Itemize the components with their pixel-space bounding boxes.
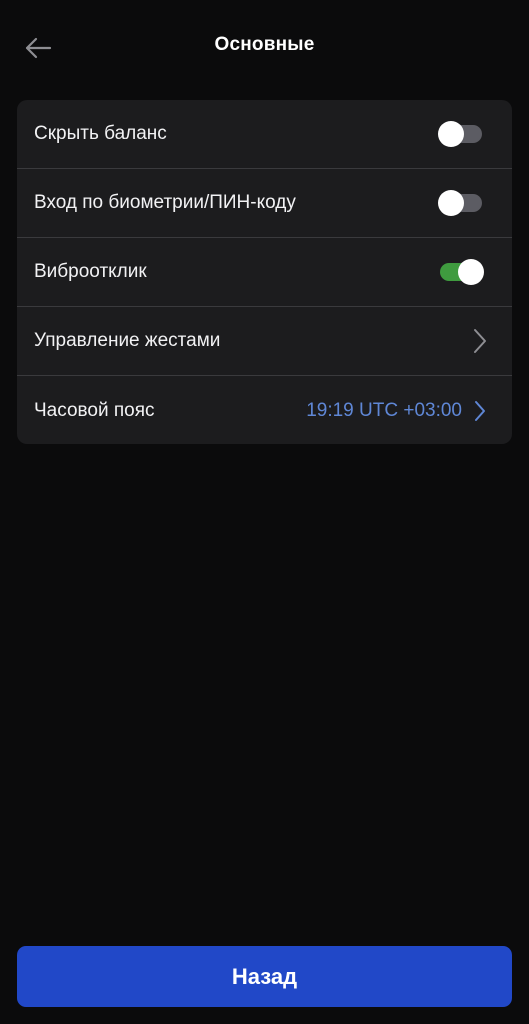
- settings-card: Скрыть баланс Вход по биометрии/ПИН-коду…: [17, 100, 512, 444]
- chevron-right-icon: [470, 326, 490, 356]
- back-bottom-button[interactable]: Назад: [17, 946, 512, 1007]
- chevron-right-icon: [470, 396, 490, 426]
- biometric-login-label: Вход по биометрии/ПИН-коду: [34, 192, 296, 213]
- toggle-knob: [438, 121, 464, 147]
- timezone-label: Часовой пояс: [34, 399, 155, 421]
- hide-balance-toggle[interactable]: [438, 121, 482, 147]
- hide-balance-label: Скрыть баланс: [34, 123, 167, 144]
- settings-row-timezone[interactable]: Часовой пояс 19:19 UTC +03:00: [17, 376, 512, 444]
- haptic-feedback-toggle[interactable]: [440, 259, 484, 285]
- settings-row-hide-balance[interactable]: Скрыть баланс: [17, 100, 512, 169]
- toggle-knob: [438, 190, 464, 216]
- biometric-login-toggle[interactable]: [438, 190, 482, 216]
- haptic-feedback-label: Виброотклик: [34, 261, 147, 282]
- settings-row-haptic-feedback[interactable]: Виброотклик: [17, 238, 512, 307]
- settings-row-biometric-login[interactable]: Вход по биометрии/ПИН-коду: [17, 169, 512, 238]
- gesture-control-label: Управление жестами: [34, 330, 221, 351]
- settings-row-gesture-control[interactable]: Управление жестами: [17, 307, 512, 376]
- toggle-knob: [458, 259, 484, 285]
- page-title: Основные: [214, 34, 315, 55]
- timezone-value: 19:19 UTC +03:00: [306, 399, 462, 421]
- top-bar: Основные: [0, 0, 529, 96]
